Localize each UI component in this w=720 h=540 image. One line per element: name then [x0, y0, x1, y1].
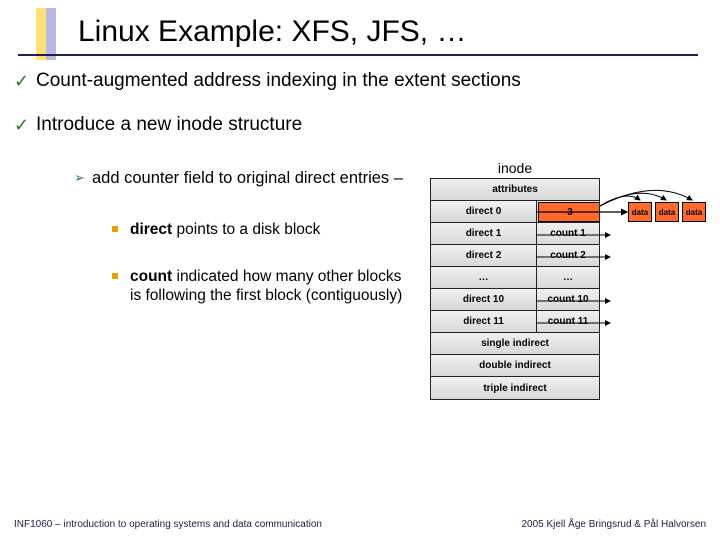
- row-direct1: direct 1 count 1: [431, 223, 599, 245]
- row-attributes: attributes: [431, 179, 599, 201]
- inode-diagram: inode attributes direct 0 3 direct 1 cou…: [430, 160, 710, 400]
- bullet-1: ✓ Count-augmented address indexing in th…: [14, 70, 714, 92]
- slide-title: Linux Example: XFS, JFS, …: [78, 15, 466, 49]
- inode-title: inode: [430, 160, 600, 176]
- check-icon: ✓: [14, 114, 36, 136]
- footer-right: 2005 Kjell Åge Bringsrud & Pål Halvorsen: [521, 519, 706, 530]
- row-direct10: direct 10 count 10: [431, 289, 599, 311]
- row-dots: … …: [431, 267, 599, 289]
- subsub-bullet-1: direct points to a disk block: [112, 220, 412, 239]
- bullet-2: ✓ Introduce a new inode structure: [14, 114, 714, 136]
- bullet-2-text: Introduce a new inode structure: [36, 114, 302, 136]
- sub-bullet-1: ➢ add counter field to original direct e…: [74, 168, 404, 188]
- title-accent: [36, 8, 60, 60]
- title-bar: Linux Example: XFS, JFS, …: [18, 8, 698, 60]
- footer-left: INF1060 – introduction to operating syst…: [14, 519, 322, 530]
- data-blocks: data data data: [628, 202, 706, 222]
- title-underline: [18, 54, 698, 56]
- data-block-3: data: [682, 202, 706, 222]
- subsub-bullet-2-text: count indicated how many other blocks is…: [130, 267, 412, 305]
- check-icon: ✓: [14, 70, 36, 92]
- row-triple-indirect: triple indirect: [431, 377, 599, 399]
- row-direct2: direct 2 count 2: [431, 245, 599, 267]
- square-icon: [112, 226, 118, 232]
- sub-bullet-1-text: add counter field to original direct ent…: [92, 168, 403, 188]
- row-double-indirect: double indirect: [431, 355, 599, 377]
- row-single-indirect: single indirect: [431, 333, 599, 355]
- subsub-bullet-1-text: direct points to a disk block: [130, 220, 320, 239]
- kw-direct: direct: [130, 221, 172, 238]
- subsub-bullet-2: count indicated how many other blocks is…: [112, 267, 412, 305]
- row-direct0: direct 0 3: [431, 201, 599, 223]
- square-icon: [112, 273, 118, 279]
- kw-count: count: [130, 268, 172, 285]
- row-direct11: direct 11 count 11: [431, 311, 599, 333]
- data-block-1: data: [628, 202, 652, 222]
- bullet-1-text: Count-augmented address indexing in the …: [36, 70, 521, 92]
- inode-box: attributes direct 0 3 direct 1 count 1 d…: [430, 178, 600, 400]
- count-value-3: 3: [538, 202, 599, 222]
- arrow-icon: ➢: [74, 168, 92, 188]
- data-block-2: data: [655, 202, 679, 222]
